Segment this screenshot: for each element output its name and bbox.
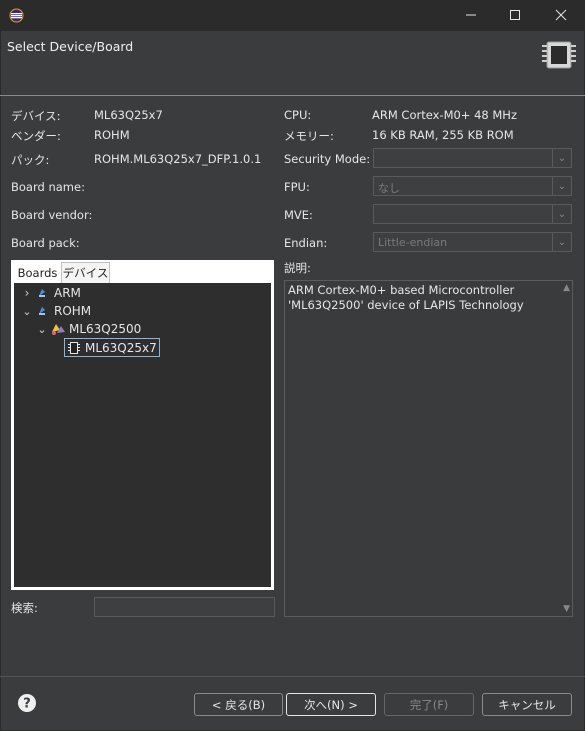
scroll-down-icon[interactable]: ▼	[563, 604, 570, 614]
board-vendor-label: Board vendor:	[11, 208, 93, 222]
fpu-select-value: なし	[378, 182, 400, 195]
scroll-up-icon[interactable]: ▲	[563, 283, 570, 293]
search-input[interactable]	[94, 597, 275, 617]
security-mode-select[interactable]: ⌄	[373, 148, 572, 168]
chevron-down-icon: ⌄	[552, 149, 571, 167]
cpu-value: ARM Cortex-M0+ 48 MHz	[372, 108, 517, 122]
board-name-label: Board name:	[11, 180, 85, 194]
description-textarea[interactable]: ARM Cortex-M0+ based Microcontroller 'ML…	[284, 280, 573, 617]
chevron-down-icon: ⌄	[552, 205, 571, 223]
tree-node-device-selected[interactable]: ML63Q25x7	[64, 338, 160, 357]
family-icon	[49, 322, 67, 336]
tree-node-rohm[interactable]: ⌄ ROHM	[20, 303, 91, 319]
tree-label-arm: ARM	[54, 286, 81, 300]
fpu-label: FPU:	[284, 180, 310, 194]
chevron-down-icon: ⌄	[22, 304, 32, 318]
tree-node-arm[interactable]: › ARM	[20, 285, 81, 301]
tree-label-device: ML63Q25x7	[85, 340, 157, 355]
cancel-button[interactable]: キャンセル	[482, 693, 572, 716]
back-button[interactable]: < 戻る(B)	[194, 693, 283, 716]
device-label: デバイス:	[11, 109, 61, 123]
next-button[interactable]: 次へ(N) >	[286, 693, 376, 716]
endian-label: Endian:	[284, 236, 328, 250]
close-button[interactable]	[546, 0, 576, 30]
vendor-icon	[34, 287, 50, 299]
vendor-value: ROHM	[94, 128, 130, 142]
board-pack-label: Board pack:	[11, 236, 80, 250]
tree-node-family[interactable]: ⌄ ML63Q2500	[35, 321, 141, 337]
page-title: Select Device/Board	[7, 39, 134, 54]
description-label: 説明:	[284, 261, 311, 275]
vendor-icon	[34, 305, 50, 317]
security-mode-label: Security Mode:	[284, 152, 371, 166]
mve-label: MVE:	[284, 208, 313, 222]
svg-text:?: ?	[23, 697, 31, 712]
footer-separator	[0, 676, 585, 677]
cpu-label: CPU:	[284, 108, 312, 122]
tree-label-family: ML63Q2500	[69, 322, 142, 336]
fpu-select[interactable]: なし ⌄	[373, 176, 572, 196]
pack-label: パック:	[11, 153, 50, 167]
tab-devices[interactable]: デバイス	[61, 262, 110, 283]
description-line-1: ARM Cortex-M0+ based Microcontroller	[288, 283, 515, 297]
header-separator	[0, 95, 585, 96]
title-bar	[0, 0, 585, 31]
chip-icon	[65, 341, 83, 355]
endian-select-value: Little-endian	[378, 236, 448, 249]
chevron-down-icon: ⌄	[552, 177, 571, 195]
tab-boards[interactable]: Boards	[15, 262, 60, 283]
device-value: ML63Q25x7	[94, 108, 163, 122]
memory-label: メモリー:	[284, 129, 334, 143]
tree-label-rohm: ROHM	[54, 304, 92, 318]
app-icon	[9, 8, 24, 23]
help-icon[interactable]: ?	[17, 693, 37, 713]
chip-icon	[541, 38, 577, 72]
minimize-button[interactable]	[456, 0, 486, 30]
chevron-down-icon: ⌄	[37, 322, 47, 336]
finish-button[interactable]: 完了(F)	[384, 693, 474, 716]
vendor-label: ベンダー:	[11, 129, 61, 143]
endian-select[interactable]: Little-endian ⌄	[373, 232, 572, 252]
description-line-2: 'ML63Q2500' device of LAPIS Technology	[288, 298, 524, 312]
chevron-down-icon: ⌄	[552, 233, 571, 251]
search-label: 検索:	[11, 601, 38, 615]
chevron-right-icon: ›	[24, 286, 30, 300]
pack-value: ROHM.ML63Q25x7_DFP.1.0.1	[94, 152, 262, 166]
maximize-button[interactable]	[500, 0, 530, 30]
memory-value: 16 KB RAM, 255 KB ROM	[372, 128, 514, 142]
mve-select[interactable]: ⌄	[373, 204, 572, 224]
